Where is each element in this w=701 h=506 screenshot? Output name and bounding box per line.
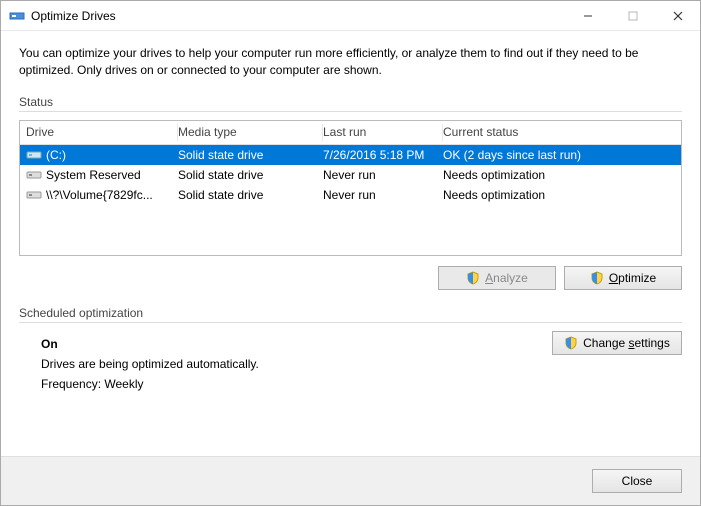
footer: Close — [1, 456, 700, 505]
divider — [19, 322, 682, 323]
col-drive-header[interactable]: Drive — [20, 124, 178, 141]
drive-icon — [26, 189, 42, 201]
drive-name: System Reserved — [46, 168, 141, 182]
change-settings-label: Change sChange settingsettings — [583, 336, 670, 350]
close-window-button[interactable] — [655, 1, 700, 30]
shield-icon — [466, 271, 480, 285]
shield-icon — [564, 336, 578, 350]
app-icon — [9, 8, 25, 24]
status-label: Status — [19, 95, 682, 109]
optimize-drives-window: Optimize Drives You can optimize your dr… — [0, 0, 701, 506]
drive-icon — [26, 169, 42, 181]
drives-list[interactable]: Drive Media type Last run Current status… — [19, 120, 682, 256]
media-type: Solid state drive — [178, 168, 323, 182]
current-status: Needs optimization — [443, 188, 681, 202]
close-button[interactable]: Close — [592, 469, 682, 493]
change-settings-button[interactable]: Change sChange settingsettings — [552, 331, 682, 355]
scheduled-block: On Drives are being optimized automatica… — [19, 331, 682, 397]
drive-icon — [26, 149, 42, 161]
optimize-label: OOptimizeptimize — [609, 271, 656, 285]
window-controls — [565, 1, 700, 30]
list-header: Drive Media type Last run Current status — [20, 121, 681, 145]
last-run: Never run — [323, 188, 443, 202]
last-run: Never run — [323, 168, 443, 182]
table-row[interactable]: \\?\Volume{7829fc... Solid state drive N… — [20, 185, 681, 205]
col-media-header[interactable]: Media type — [178, 124, 323, 141]
scheduled-freq: Frequency: Weekly — [41, 377, 676, 391]
maximize-button[interactable] — [610, 1, 655, 30]
content-area: You can optimize your drives to help you… — [1, 31, 700, 456]
optimize-button[interactable]: OOptimizeptimize — [564, 266, 682, 290]
intro-text: You can optimize your drives to help you… — [19, 45, 682, 79]
table-row[interactable]: (C:) Solid state drive 7/26/2016 5:18 PM… — [20, 145, 681, 165]
col-status-header[interactable]: Current status — [443, 125, 681, 139]
minimize-button[interactable] — [565, 1, 610, 30]
action-buttons: AAnalyzenalyze OOptimizeptimize — [19, 256, 682, 306]
window-title: Optimize Drives — [31, 9, 565, 23]
analyze-label: AAnalyzenalyze — [485, 271, 528, 285]
scheduled-desc: Drives are being optimized automatically… — [41, 357, 676, 371]
last-run: 7/26/2016 5:18 PM — [323, 148, 443, 162]
divider — [19, 111, 682, 112]
drive-name: (C:) — [46, 148, 66, 162]
titlebar: Optimize Drives — [1, 1, 700, 31]
analyze-button[interactable]: AAnalyzenalyze — [438, 266, 556, 290]
col-last-header[interactable]: Last run — [323, 124, 443, 141]
shield-icon — [590, 271, 604, 285]
scheduled-label: Scheduled optimization — [19, 306, 682, 320]
current-status: Needs optimization — [443, 168, 681, 182]
table-row[interactable]: System Reserved Solid state drive Never … — [20, 165, 681, 185]
drive-name: \\?\Volume{7829fc... — [46, 188, 153, 202]
media-type: Solid state drive — [178, 148, 323, 162]
media-type: Solid state drive — [178, 188, 323, 202]
current-status: OK (2 days since last run) — [443, 148, 681, 162]
